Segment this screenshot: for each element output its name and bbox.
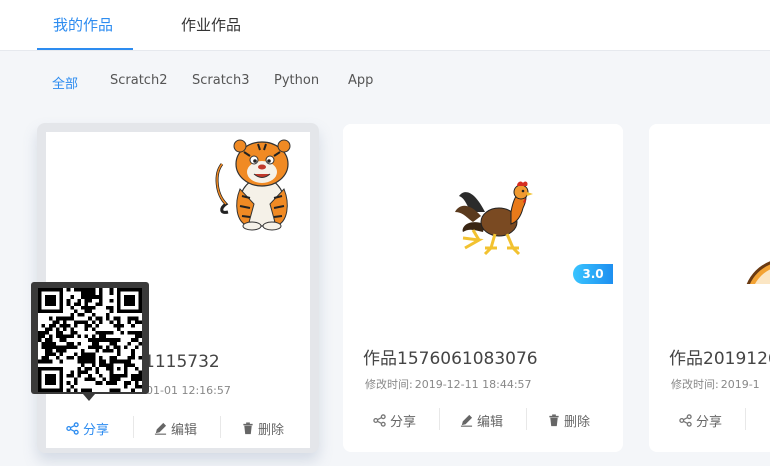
filter-python[interactable]: Python [274,73,319,88]
share-label: 分享 [696,414,723,430]
filter-scratch3[interactable]: Scratch3 [192,73,249,88]
delete-button[interactable]: 删除 [548,408,590,432]
tiger-icon [215,139,291,231]
edit-label: 编辑 [171,422,198,438]
work-thumbnail[interactable]: 3.0 [343,124,623,284]
share-icon [679,413,692,427]
orange-circle-icon [746,261,770,284]
work-card[interactable]: 作品2019126 修改时间: 2019-1 分享 [649,124,770,452]
work-thumbnail[interactable] [649,124,770,284]
work-thumbnail[interactable] [46,132,310,292]
filter-scratch2[interactable]: Scratch2 [110,73,167,88]
delete-button[interactable]: 删除 [242,416,284,440]
divider [439,408,440,430]
type-filter-bar: 全部 Scratch2 Scratch3 Python App [0,51,770,115]
edit-button[interactable]: 编辑 [154,416,197,440]
version-badge: 3.0 [573,264,613,284]
divider [220,416,221,438]
work-card[interactable]: 3.0 作品1576061083076 修改时间: 2019-12-11 18:4… [343,124,623,452]
divider [745,408,746,430]
popup-arrow [83,394,95,401]
work-title[interactable]: 作品2019126 [669,344,770,369]
work-modified-time: 修改时间: 2019-1 [671,378,760,391]
filter-all[interactable]: 全部 [52,73,78,92]
edit-label: 编辑 [477,414,504,430]
divider [133,416,134,438]
work-modified-time: 修改时间: 2019-12-11 18:44:57 [365,378,532,391]
share-icon [66,421,79,435]
work-title[interactable]: 作品1576061083076 [363,344,538,369]
modified-label: 修改时间: [365,378,413,391]
share-qr-popup [31,282,149,394]
work-actions: 分享 编辑 删除 [343,408,623,432]
share-button[interactable]: 分享 [679,408,722,432]
trash-icon [243,421,253,434]
share-label: 分享 [83,422,110,438]
delete-label: 删除 [564,414,591,430]
tab-homework-works[interactable]: 作业作品 [181,14,241,35]
work-actions: 分享 编辑 删除 [46,416,310,440]
work-modified-time: 01-01 12:16:57 [146,384,231,397]
modified-label: 修改时间: [671,378,719,391]
delete-label: 删除 [258,422,285,438]
work-title[interactable]: 1115732 [144,352,220,372]
share-icon [373,413,386,427]
divider [526,408,527,430]
tab-my-works[interactable]: 我的作品 [53,14,113,35]
work-actions: 分享 [649,408,770,432]
filter-app[interactable]: App [348,73,373,88]
pencil-icon [154,422,167,435]
qr-code-icon[interactable] [38,288,142,392]
active-tab-indicator [37,48,133,50]
rooster-icon [455,181,533,256]
share-label: 分享 [390,414,417,430]
pencil-icon [460,414,473,427]
edit-button[interactable]: 编辑 [460,408,503,432]
share-button[interactable]: 分享 [66,416,109,440]
trash-icon [549,413,559,426]
share-button[interactable]: 分享 [373,408,416,432]
top-tab-bar: 我的作品 作业作品 [0,0,770,51]
